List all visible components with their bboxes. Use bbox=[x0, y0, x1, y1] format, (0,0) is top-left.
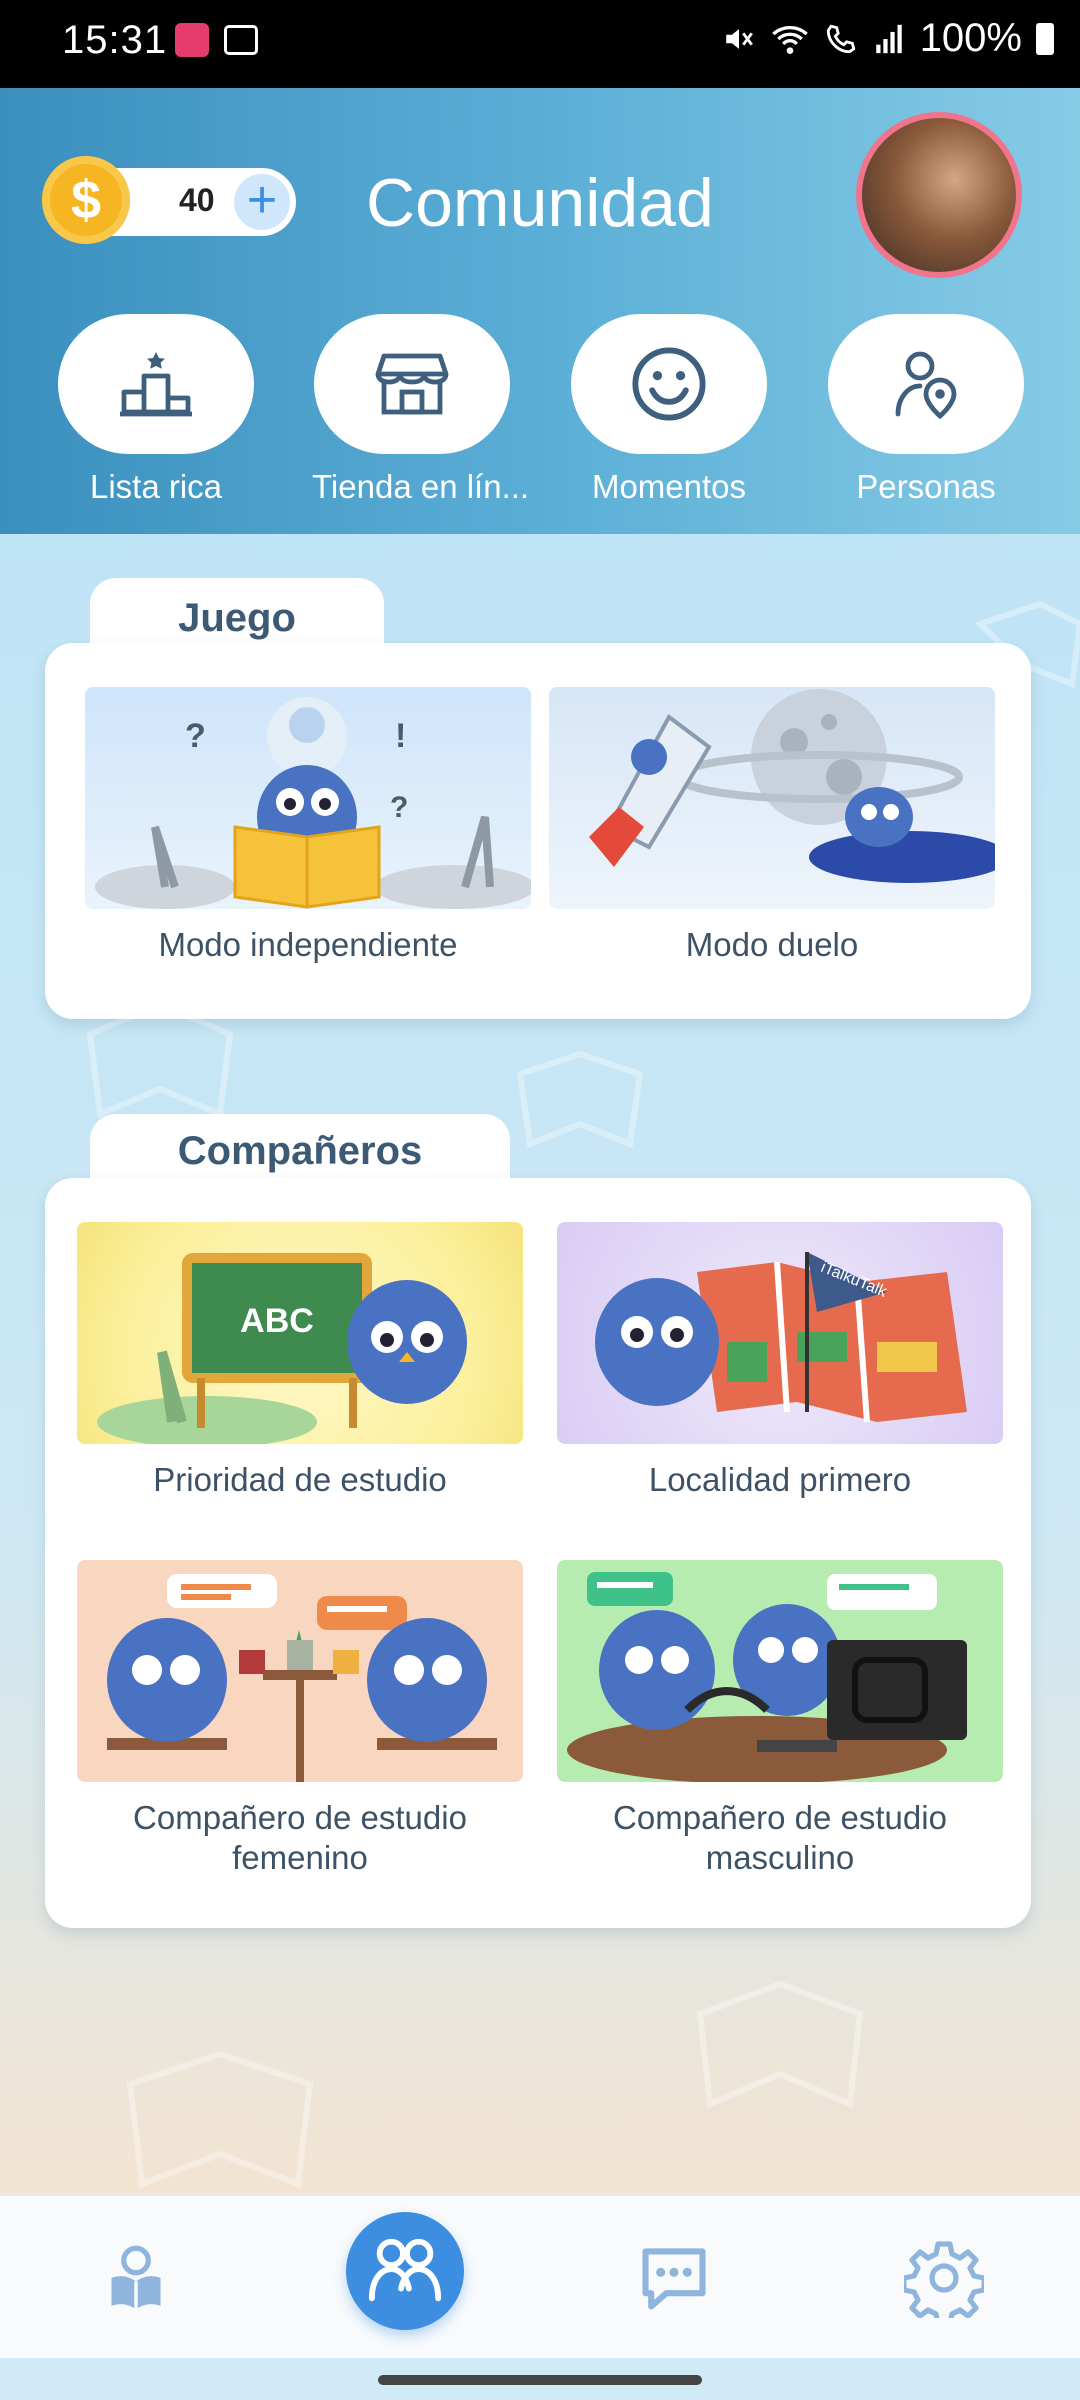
quick-action-label: Lista rica bbox=[89, 468, 223, 505]
nav-settings[interactable] bbox=[884, 2218, 1004, 2338]
mode-duelo[interactable]: Modo duelo bbox=[549, 687, 995, 965]
locality-first-image: iTalkuTalk bbox=[557, 1222, 1003, 1444]
svg-text:!: ! bbox=[395, 717, 406, 755]
battery-percent: 100% bbox=[919, 16, 1022, 60]
partner-option-label: Localidad primero bbox=[648, 1461, 912, 1498]
chat-icon bbox=[642, 2248, 706, 2310]
nav-messages[interactable] bbox=[614, 2218, 734, 2338]
status-bar: 15:31 100% bbox=[0, 0, 1080, 88]
add-coins-button[interactable]: + bbox=[234, 174, 290, 230]
mode-label: Modo independiente bbox=[158, 926, 458, 963]
podium-icon bbox=[120, 352, 192, 417]
app-notification-icon bbox=[175, 23, 209, 57]
battery-icon bbox=[1036, 22, 1054, 55]
independent-mode-image: ? ! ? bbox=[85, 687, 531, 909]
partners-card: ABC Prioridad de estudio iTalkuTalk Loca… bbox=[45, 1178, 1031, 1928]
status-time: 15:31 bbox=[62, 18, 168, 62]
page-title: Comunidad bbox=[366, 165, 714, 241]
lista-rica-button[interactable] bbox=[58, 314, 254, 454]
status-icons: 100% bbox=[722, 16, 1054, 61]
partner-option-femenino[interactable]: Compañero de estudio femenino bbox=[77, 1560, 523, 1878]
quick-action-personas[interactable]: Personas bbox=[826, 314, 1026, 506]
coin-icon: $ bbox=[42, 156, 130, 244]
person-book-icon bbox=[111, 2245, 161, 2310]
quick-actions: Lista rica Tienda en lín... Momentos Per… bbox=[56, 314, 1026, 514]
store-icon bbox=[375, 353, 449, 415]
partner-option-label: Prioridad de estudio bbox=[153, 1461, 447, 1498]
nav-learn[interactable] bbox=[76, 2218, 196, 2338]
male-partner-image bbox=[557, 1560, 1003, 1782]
tienda-button[interactable] bbox=[314, 314, 510, 454]
svg-text:?: ? bbox=[185, 717, 206, 755]
partner-option-label: Compañero de estudio femenino bbox=[133, 1799, 467, 1876]
smiley-icon bbox=[632, 347, 706, 421]
quick-action-momentos[interactable]: Momentos bbox=[569, 314, 769, 506]
quick-action-tienda[interactable]: Tienda en lín... bbox=[312, 314, 530, 506]
gear-icon bbox=[904, 2241, 984, 2318]
game-card: ? ! ? Modo independiente Modo duelo bbox=[45, 643, 1031, 1019]
female-partner-image bbox=[77, 1560, 523, 1782]
gallery-notification-icon bbox=[224, 25, 258, 55]
mode-label: Modo duelo bbox=[685, 926, 859, 963]
signal-icon bbox=[875, 24, 902, 53]
board-text: ABC bbox=[240, 1302, 314, 1340]
mode-independiente[interactable]: ? ! ? Modo independiente bbox=[85, 687, 531, 965]
momentos-button[interactable] bbox=[571, 314, 767, 454]
personas-button[interactable] bbox=[828, 314, 1024, 454]
nav-community[interactable] bbox=[346, 2212, 464, 2330]
quick-action-label: Tienda en lín... bbox=[312, 468, 530, 505]
coin-balance[interactable]: $ 40 + bbox=[42, 156, 296, 244]
home-indicator[interactable] bbox=[378, 2375, 702, 2385]
duel-mode-image bbox=[549, 687, 995, 909]
quick-action-label: Momentos bbox=[591, 468, 747, 505]
svg-text:?: ? bbox=[390, 791, 408, 824]
quick-action-label: Personas bbox=[856, 468, 996, 505]
community-header: $ 40 + Comunidad Lista rica Tienda en lí… bbox=[0, 88, 1080, 534]
call-icon bbox=[826, 24, 856, 53]
partner-option-localidad-primero[interactable]: iTalkuTalk Localidad primero bbox=[557, 1222, 1003, 1500]
coin-count: 40 bbox=[179, 182, 215, 218]
study-priority-image: ABC bbox=[77, 1222, 523, 1444]
wifi-icon bbox=[771, 25, 808, 54]
partner-option-masculino[interactable]: Compañero de estudio masculino bbox=[557, 1560, 1003, 1878]
people-icon bbox=[368, 2238, 442, 2302]
mute-icon bbox=[725, 28, 753, 49]
partner-option-label: Compañero de estudio masculino bbox=[613, 1799, 947, 1876]
person-location-icon bbox=[895, 351, 957, 420]
bottom-navigation bbox=[0, 2194, 1080, 2358]
avatar[interactable] bbox=[856, 112, 1022, 278]
partner-option-prioridad-estudio[interactable]: ABC Prioridad de estudio bbox=[77, 1222, 523, 1500]
quick-action-lista-rica[interactable]: Lista rica bbox=[56, 314, 256, 506]
